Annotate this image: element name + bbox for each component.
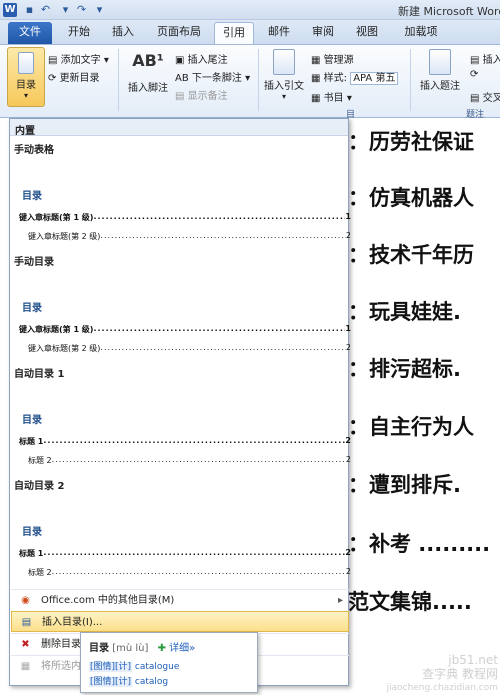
gallery-item-auto-toc2[interactable]: 目录 标题 1.................................…: [12, 493, 351, 589]
tab-file[interactable]: 文件: [8, 22, 52, 44]
caption-icon: [429, 49, 451, 75]
toc-button-label: 目录: [16, 80, 36, 91]
style-select[interactable]: ▦ 样式: APA 第五: [311, 69, 399, 85]
toc-icon: [18, 52, 34, 74]
insert-toc-menuitem[interactable]: ▤ 插入目录(I)...: [11, 611, 349, 632]
toc-heading: 目录: [22, 527, 42, 538]
citation-icon: [273, 49, 295, 75]
cross-reference-button[interactable]: ▤ 交叉: [470, 89, 500, 104]
gallery-item-manual-table[interactable]: 目录 键入章标题(第 1 级).........................…: [12, 157, 351, 253]
ribbon-references: 目录 ▾ ▤ 添加文字 ▾ ⟳ 更新目录 AB¹ 插入脚注 ▣ 插入尾注 AB …: [0, 44, 500, 120]
gallery-item-manual-toc-title: 手动目录: [14, 257, 54, 268]
toc-heading: 目录: [22, 303, 42, 314]
translation-popup: 目录 [mù lù] ✚ 详细» [图情][计] catalogue [图情][…: [80, 632, 258, 693]
insert-caption-button[interactable]: 插入题注: [416, 49, 464, 92]
doc-line: ：玩具娃娃.: [348, 300, 461, 324]
toc-entry-level2: 键入章标题(第 2 级)............................…: [28, 343, 351, 353]
toc-entry-level1: 标题 1....................................…: [19, 548, 351, 558]
popup-detail-link[interactable]: ✚ 详细»: [158, 643, 196, 654]
doc-line: ：排污超标.: [348, 357, 461, 381]
tab-home[interactable]: 开始: [62, 22, 96, 44]
doc-line: ：自主行为人: [348, 415, 474, 439]
undo-icon[interactable]: ↶: [38, 2, 53, 17]
tab-view[interactable]: 视图: [350, 22, 384, 44]
toc-entry-level1: 键入章标题(第 1 级)............................…: [19, 212, 351, 222]
tab-page-layout[interactable]: 页面布局: [150, 22, 208, 44]
update-table-button[interactable]: ⟳: [470, 69, 478, 80]
office-com-icon: ◉: [21, 595, 30, 606]
show-notes-button[interactable]: ▤ 显示备注: [175, 87, 228, 102]
popup-word: 目录: [89, 643, 109, 654]
watermark: jb51.net 查字典 教程网 jiaocheng.chazidian.com: [386, 653, 498, 693]
gallery-item-auto-toc1[interactable]: 目录 标题 1.................................…: [12, 381, 351, 477]
gallery-item-auto-toc1-title: 自动目录 1: [14, 369, 65, 380]
doc-line: ：仿真机器人: [348, 186, 474, 210]
chevron-down-icon: ▾: [281, 92, 286, 101]
redo-icon[interactable]: ↷: [74, 2, 89, 17]
gallery-header-builtin: 内置: [10, 119, 348, 137]
next-footnote-button[interactable]: AB 下一条脚注 ▾: [175, 69, 250, 84]
gallery-item-manual-table-title: 手动表格: [14, 145, 54, 156]
plus-icon: ✚: [157, 643, 166, 654]
toc-button[interactable]: 目录 ▾: [7, 47, 45, 107]
tab-insert[interactable]: 插入: [106, 22, 140, 44]
add-text-button[interactable]: ▤ 添加文字 ▾: [48, 51, 109, 66]
dropdown-arrow-icon[interactable]: ▾: [58, 2, 73, 17]
doc-line: ：遭到排斥.: [348, 473, 461, 497]
insert-toc-icon: ▤: [21, 617, 32, 628]
toc-entry-level2: 标题 2....................................…: [28, 567, 351, 577]
toc-entry-level1: 标题 1....................................…: [19, 436, 351, 446]
tab-review[interactable]: 审阅: [306, 22, 340, 44]
toc-gallery: 内置 手动表格 目录 键入章标题(第 1 级).................…: [9, 118, 351, 686]
chevron-right-icon: ▸: [337, 595, 343, 606]
update-toc-button[interactable]: ⟳ 更新目录: [48, 69, 100, 84]
toc-heading: 目录: [22, 415, 42, 426]
insert-citation-button[interactable]: 插入引文 ▾: [262, 49, 306, 101]
gallery-item-auto-toc2-title: 自动目录 2: [14, 481, 65, 492]
customize-quickaccess-icon[interactable]: ▾: [92, 2, 107, 17]
save-icon[interactable]: ▪: [22, 2, 37, 17]
popup-meaning-1[interactable]: [图情][计] catalogue: [89, 659, 249, 672]
more-office-toc-menuitem[interactable]: ◉ Office.com 中的其他目录(M) ▸: [11, 589, 349, 610]
toc-entry-level2: 标题 2....................................…: [28, 455, 351, 465]
gallery-item-manual-toc[interactable]: 目录 键入章标题(第 1 级).........................…: [12, 269, 351, 365]
doc-line: ：历劳社保证: [348, 130, 474, 154]
word-app-icon[interactable]: W: [3, 3, 17, 17]
ribbon-tabs: 文件 开始 插入 页面布局 引用 邮件 审阅 视图 加载项: [0, 20, 500, 44]
doc-line: ：技术千年历: [348, 243, 474, 267]
insert-footnote-button[interactable]: AB¹ 插入脚注: [124, 51, 172, 94]
chevron-down-icon: ▾: [23, 91, 28, 100]
tab-mailings[interactable]: 邮件: [262, 22, 296, 44]
save-selection-icon: ▦: [20, 661, 31, 672]
manage-sources-button[interactable]: ▦ 管理源: [311, 51, 354, 66]
title-bar: W ▪ ↶ ▾ ↷ ▾ 新建 Microsoft Word: [0, 0, 500, 20]
tab-references[interactable]: 引用: [214, 22, 254, 44]
doc-line: 范文集锦.....: [348, 590, 472, 614]
delete-toc-icon: ✖: [21, 639, 30, 650]
insert-table-of-figures-button[interactable]: ▤ 插入: [470, 51, 500, 66]
separator: [118, 49, 119, 111]
bibliography-button[interactable]: ▦ 书目 ▾: [311, 89, 352, 104]
doc-line: ：补考 .........: [348, 532, 491, 556]
popup-meaning-2[interactable]: [图情][计] catalog: [89, 674, 249, 687]
popup-pinyin: [mù lù]: [112, 643, 149, 654]
tab-addins[interactable]: 加载项: [398, 22, 444, 44]
toc-entry-level2: 键入章标题(第 2 级)............................…: [28, 231, 351, 241]
insert-endnote-button[interactable]: ▣ 插入尾注: [175, 51, 228, 66]
toc-entry-level1: 键入章标题(第 1 级)............................…: [19, 324, 351, 334]
toc-heading: 目录: [22, 191, 42, 202]
window-title: 新建 Microsoft Word: [398, 5, 500, 18]
separator: [258, 49, 259, 111]
footnote-icon: AB¹: [132, 51, 164, 70]
separator: [410, 49, 411, 111]
